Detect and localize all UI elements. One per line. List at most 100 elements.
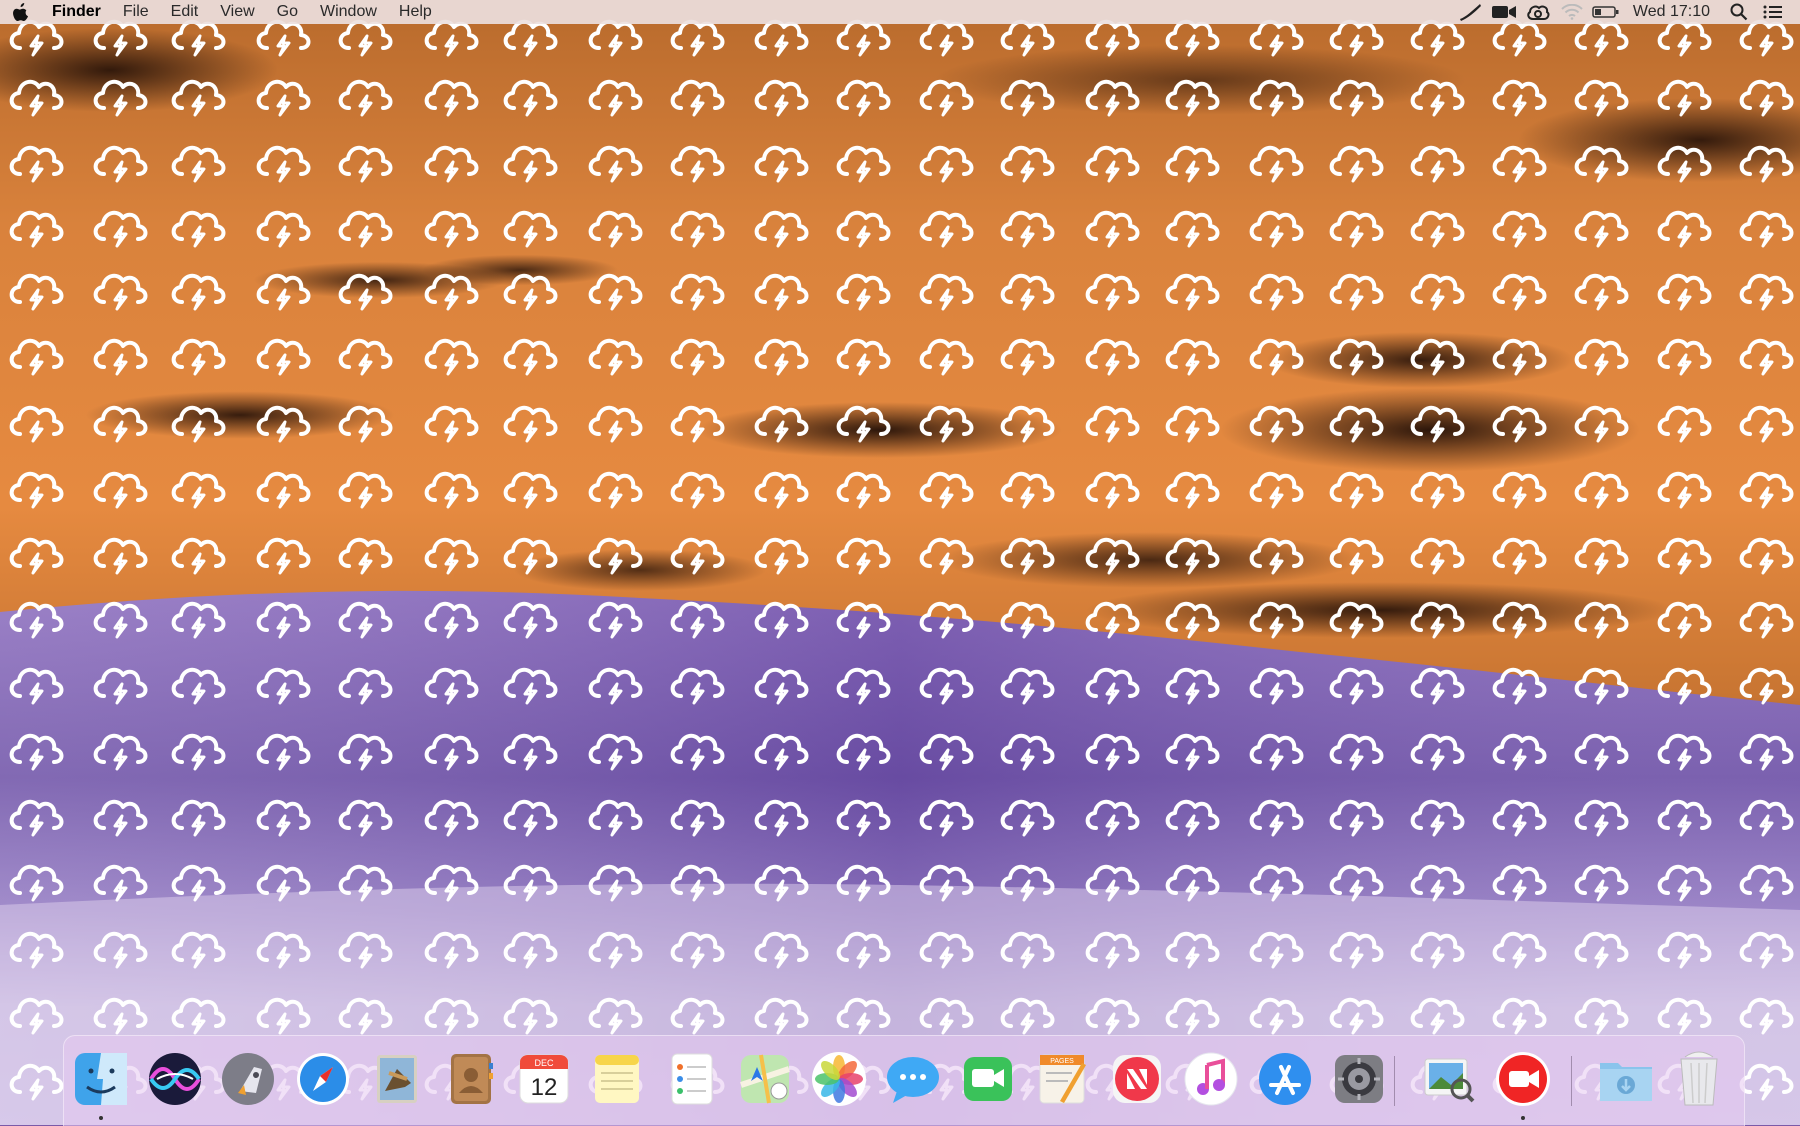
cloud-lightning-icon [1249, 405, 1304, 443]
cloud-lightning-icon [503, 145, 558, 183]
cloud-lightning-icon [670, 733, 725, 771]
cloud-lightning-icon [588, 210, 643, 248]
menu-edit[interactable]: Edit [160, 0, 210, 24]
cloud-lightning-icon [256, 79, 311, 117]
cloud-lightning-icon [836, 537, 891, 575]
cloud-lightning-icon [503, 997, 558, 1035]
cloud-lightning-icon [1410, 145, 1465, 183]
cloud-lightning-icon [1574, 19, 1629, 57]
cloud-lightning-icon [1000, 733, 1055, 771]
cloud-lightning-icon [338, 145, 393, 183]
menu-bar-clock[interactable]: Wed 17:10 [1623, 3, 1722, 21]
cloud-lightning-icon [256, 273, 311, 311]
battery-icon[interactable] [1589, 0, 1623, 24]
status-menus: Wed 17:10 [1453, 0, 1800, 24]
dock-preview[interactable] [1419, 1049, 1479, 1111]
dock-notes[interactable] [587, 1049, 647, 1111]
dock-reminders[interactable] [662, 1049, 722, 1111]
cloud-lightning-icon [919, 864, 974, 902]
cloud-lightning-icon [1329, 667, 1384, 705]
spotlight-search-icon[interactable] [1722, 0, 1756, 24]
cloud-lightning-icon [836, 601, 891, 639]
notes-icon [595, 1055, 639, 1103]
dock-mail[interactable] [367, 1049, 427, 1111]
music-icon [1184, 1052, 1238, 1106]
dock-photos[interactable] [809, 1049, 869, 1111]
cloud-lightning-icon [588, 471, 643, 509]
dock-news[interactable] [1107, 1049, 1167, 1111]
cloud-lightning-icon [1165, 733, 1220, 771]
dock-downloads-folder[interactable] [1596, 1049, 1656, 1111]
menu-go[interactable]: Go [266, 0, 309, 24]
cloud-lightning-icon [1739, 864, 1794, 902]
cloud-lightning-icon [1574, 537, 1629, 575]
system-preferences-icon [1335, 1055, 1383, 1103]
cloud-lightning-icon [9, 19, 64, 57]
dock-system-preferences[interactable] [1329, 1049, 1389, 1111]
cloud-lightning-icon [93, 864, 148, 902]
dock-music[interactable] [1181, 1049, 1241, 1111]
cloud-lightning-icon [919, 799, 974, 837]
dock-contacts[interactable] [441, 1049, 501, 1111]
creative-cloud-icon[interactable] [1521, 0, 1555, 24]
dock-launchpad[interactable] [218, 1049, 278, 1111]
cloud-lightning-icon [588, 537, 643, 575]
cloud-lightning-icon [93, 931, 148, 969]
cloud-lightning-icon [1085, 997, 1140, 1035]
cloud-lightning-icon [424, 145, 479, 183]
apple-logo-icon[interactable] [0, 3, 42, 21]
pen-tablet-icon[interactable] [1453, 0, 1487, 24]
menu-app-finder[interactable]: Finder [42, 0, 112, 24]
dock-siri[interactable] [145, 1049, 205, 1111]
dock-finder[interactable] [71, 1049, 131, 1120]
cloud-lightning-icon [1000, 864, 1055, 902]
dock-facetime[interactable] [958, 1049, 1018, 1111]
cloud-lightning-icon [836, 667, 891, 705]
dock-safari[interactable] [293, 1049, 353, 1111]
cloud-lightning-icon [754, 997, 809, 1035]
cloud-lightning-icon [9, 145, 64, 183]
cloud-lightning-icon [919, 79, 974, 117]
cloud-lightning-icon [1739, 667, 1794, 705]
cloud-lightning-icon [1574, 799, 1629, 837]
cloud-lightning-icon [256, 537, 311, 575]
wifi-icon[interactable] [1555, 0, 1589, 24]
cloud-lightning-icon [754, 799, 809, 837]
cloud-lightning-icon [256, 667, 311, 705]
cloud-lightning-icon [1410, 79, 1465, 117]
dock-maps[interactable] [735, 1049, 795, 1111]
dock: DEC 12 PAGES [63, 1035, 1745, 1126]
cloud-lightning-icon [754, 145, 809, 183]
cloud-lightning-icon [93, 997, 148, 1035]
cloud-lightning-icon [503, 471, 558, 509]
dock-app-store[interactable] [1255, 1049, 1315, 1111]
screen-recording-icon[interactable] [1487, 0, 1521, 24]
dock-pages[interactable]: PAGES [1032, 1049, 1092, 1111]
dock-calendar[interactable]: DEC 12 [514, 1049, 574, 1111]
video-recorder-icon [1496, 1052, 1550, 1106]
menu-window[interactable]: Window [309, 0, 388, 24]
cloud-lightning-icon [1410, 19, 1465, 57]
cloud-lightning-icon [93, 601, 148, 639]
cloud-lightning-icon [93, 210, 148, 248]
cloud-lightning-icon [256, 931, 311, 969]
menu-file[interactable]: File [112, 0, 160, 24]
dock-messages[interactable] [883, 1049, 943, 1111]
cloud-lightning-icon [424, 733, 479, 771]
notification-center-icon[interactable] [1756, 0, 1790, 24]
cloud-lightning-icon [1249, 601, 1304, 639]
menu-help[interactable]: Help [388, 0, 443, 24]
cloud-lightning-icon [1165, 601, 1220, 639]
dock-video-recorder[interactable] [1493, 1049, 1553, 1120]
dock-trash[interactable] [1669, 1049, 1729, 1111]
cloud-lightning-icon [503, 667, 558, 705]
menu-view[interactable]: View [209, 0, 265, 24]
cloud-lightning-icon [754, 338, 809, 376]
cloud-lightning-icon [1165, 667, 1220, 705]
cloud-lightning-icon [670, 799, 725, 837]
cloud-lightning-icon [1165, 338, 1220, 376]
cloud-lightning-icon [1000, 79, 1055, 117]
reminders-icon [671, 1053, 713, 1105]
cloud-lightning-icon [1739, 601, 1794, 639]
cloud-lightning-icon [9, 537, 64, 575]
